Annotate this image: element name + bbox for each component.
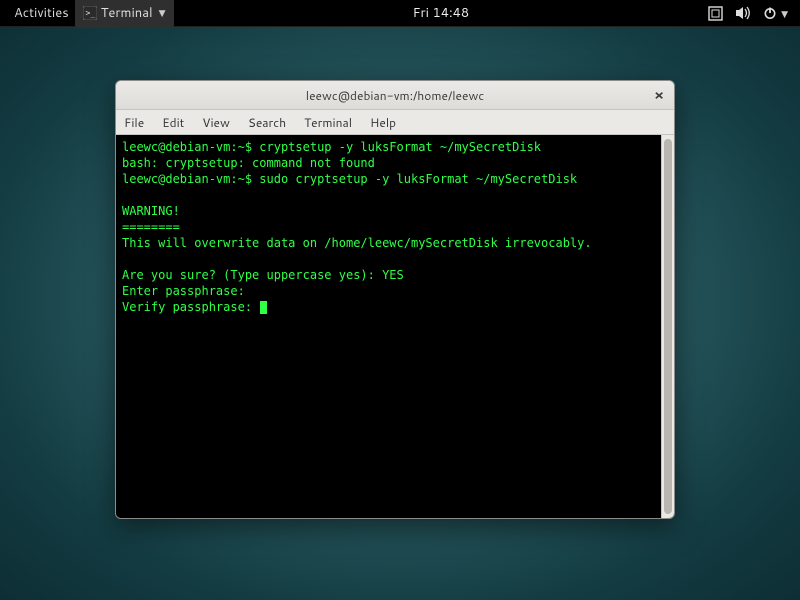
window-title: leewc@debian-vm:/home/leewc xyxy=(306,87,484,104)
active-app-label: Terminal xyxy=(101,0,153,26)
terminal-cursor xyxy=(260,301,267,314)
menu-view[interactable]: View xyxy=(202,114,230,131)
chevron-down-icon: ▼ xyxy=(781,7,788,20)
window-titlebar[interactable]: leewc@debian-vm:/home/leewc × xyxy=(116,81,674,110)
terminal-output[interactable]: leewc@debian-vm:~$ cryptsetup -y luksFor… xyxy=(116,135,661,518)
menu-terminal[interactable]: Terminal xyxy=(304,114,352,131)
clock[interactable]: Fri 14:48 xyxy=(407,0,476,26)
terminal-app-icon: >_ xyxy=(83,6,97,20)
chevron-down-icon: ▼ xyxy=(159,0,166,26)
svg-text:>_: >_ xyxy=(85,9,95,18)
close-button[interactable]: × xyxy=(650,86,668,104)
menu-help[interactable]: Help xyxy=(370,114,396,131)
menubar: File Edit View Search Terminal Help xyxy=(116,110,674,135)
scrollbar[interactable] xyxy=(661,135,674,518)
scrollbar-thumb[interactable] xyxy=(664,139,672,514)
desktop: Activities >_ Terminal ▼ Fri 14:48 xyxy=(0,0,800,600)
gnome-topbar: Activities >_ Terminal ▼ Fri 14:48 xyxy=(0,0,800,26)
accessibility-icon[interactable] xyxy=(708,6,723,21)
menu-file[interactable]: File xyxy=(124,114,144,131)
close-icon: × xyxy=(654,85,664,105)
active-app-indicator[interactable]: >_ Terminal ▼ xyxy=(75,0,174,28)
menu-search[interactable]: Search xyxy=(248,114,286,131)
menu-edit[interactable]: Edit xyxy=(162,114,184,131)
power-icon[interactable]: ▼ xyxy=(763,6,788,20)
terminal-window: leewc@debian-vm:/home/leewc × File Edit … xyxy=(115,80,675,519)
volume-icon[interactable] xyxy=(735,6,751,20)
activities-button[interactable]: Activities xyxy=(8,0,75,26)
terminal-body: leewc@debian-vm:~$ cryptsetup -y luksFor… xyxy=(116,135,674,518)
